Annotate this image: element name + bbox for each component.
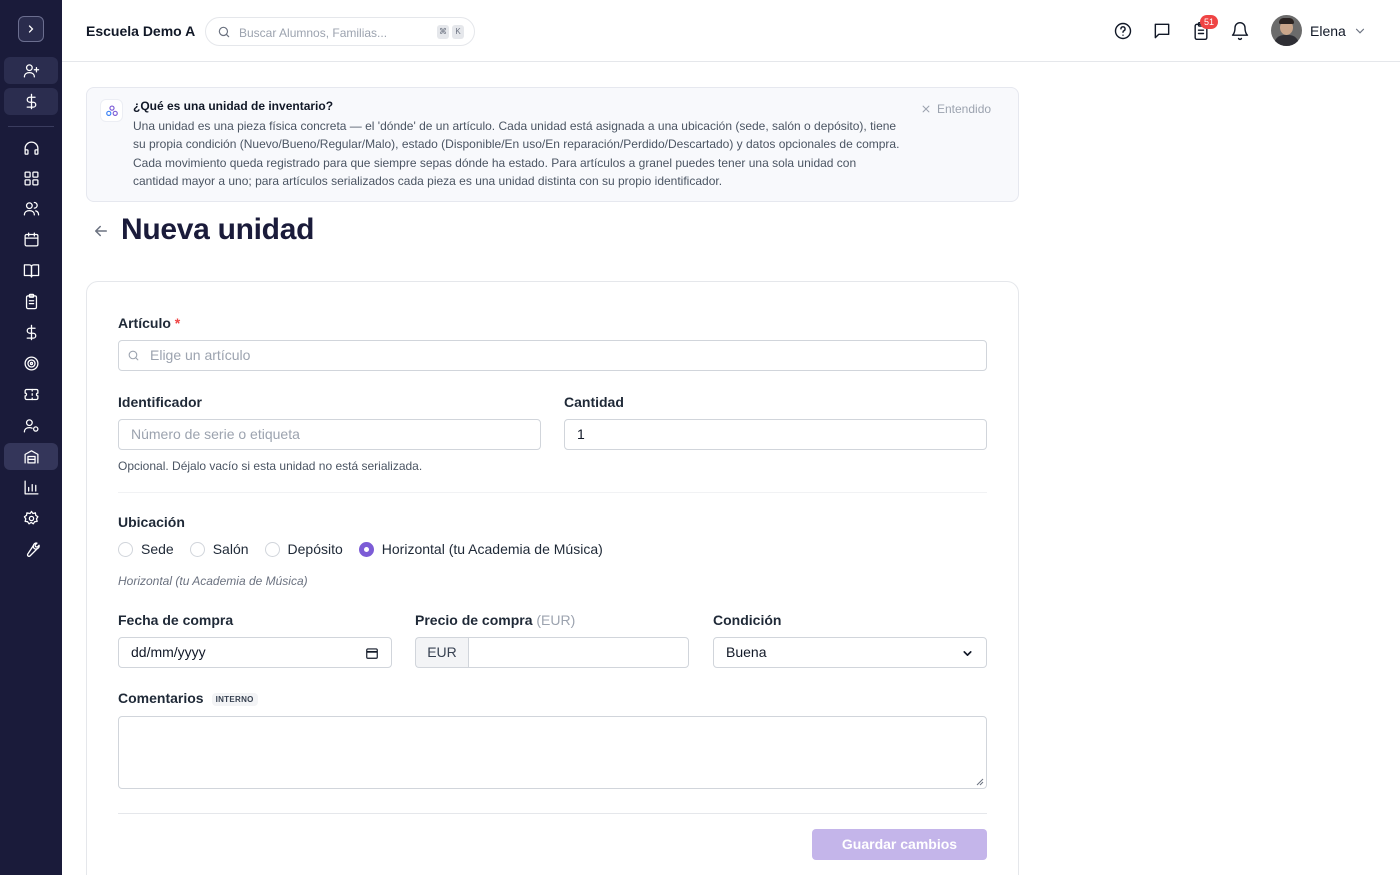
sidebar-item-settings[interactable] [4,505,58,532]
article-select[interactable]: Elige un artículo [118,340,987,371]
dismiss-banner-button[interactable]: Entendido [921,102,991,116]
section-divider [118,492,987,493]
dismiss-label: Entendido [937,102,992,116]
condition-value: Buena [726,644,767,660]
help-button[interactable] [1113,21,1133,41]
banner-title: ¿Qué es una unidad de inventario? [133,99,334,113]
sidebar-item-add-student[interactable] [4,57,58,84]
purchase-price-label: Precio de compra (EUR) [415,612,576,628]
global-search[interactable]: Buscar Alumnos, Familias... ⌘ K [205,17,475,46]
location-option-horizontal[interactable]: Horizontal (tu Academia de Música) [358,541,603,557]
top-bar: Escuela Demo A Buscar Alumnos, Familias.… [62,0,1400,62]
condition-label: Condición [713,612,782,628]
sidebar-item-support[interactable] [4,135,58,162]
clipboard-icon [25,293,37,310]
purchase-date-label: Fecha de compra [118,612,234,628]
identifier-help: Opcional. Déjalo vacío si esta unidad no… [118,459,423,473]
sidebar-divider [8,126,54,127]
message-icon [1154,23,1170,39]
wrench-icon [26,542,40,557]
location-selected-hint: Horizontal (tu Academia de Música) [118,574,308,588]
ticket-icon [23,388,39,401]
location-option-deposito[interactable]: Depósito [264,541,343,557]
purchase-price-input[interactable] [468,637,689,668]
calendar-icon [23,232,39,247]
calendar-icon[interactable] [365,646,379,660]
users-icon [23,201,39,216]
bell-icon [1231,22,1249,41]
article-label: Artículo * [118,315,181,331]
sidebar-item-inventory[interactable] [4,443,58,470]
sidebar-item-calendar[interactable] [4,226,58,253]
close-icon [922,105,930,113]
identifier-input[interactable]: Número de serie o etiqueta [118,419,541,450]
chevron-right-icon [28,25,34,33]
sidebar-item-students[interactable] [4,195,58,222]
inventory-logo-icon [100,99,123,122]
chevron-down-icon[interactable] [1353,24,1367,38]
sidebar-item-courses[interactable] [4,257,58,284]
help-icon [1114,22,1132,40]
chevron-down-icon [963,651,972,656]
inventory-icon [23,450,39,464]
sidebar-item-tools[interactable] [4,536,58,563]
currency-addon: EUR [415,637,468,668]
dollar-icon [26,324,36,341]
article-placeholder: Elige un artículo [150,347,251,363]
book-icon [23,264,39,278]
notifications-button[interactable] [1230,21,1250,41]
sidebar-item-payments[interactable] [4,88,58,115]
page-title: Nueva unidad [121,213,315,246]
comments-textarea[interactable] [118,716,987,789]
sidebar-item-tasks[interactable] [4,288,58,315]
target-icon [23,356,39,371]
form-footer-divider [118,813,987,814]
avatar[interactable] [1271,15,1302,46]
quantity-input[interactable]: 1 [564,419,987,450]
shortcut-key-cmd: ⌘ [437,25,449,39]
banner-text: Una unidad es una pieza física concreta … [133,119,900,188]
sidebar-item-finance[interactable] [4,319,58,346]
back-arrow-icon[interactable] [92,222,110,240]
messages-button[interactable] [1152,21,1172,41]
search-icon [128,350,139,361]
user-cog-icon [23,419,39,433]
dashboard-icon [23,171,39,186]
purchase-date-placeholder: dd/mm/yyyy [131,644,206,660]
search-placeholder: Buscar Alumnos, Familias... [239,26,388,40]
bar-chart-icon [23,480,39,495]
location-option-salon[interactable]: Salón [189,541,249,557]
purchase-date-input[interactable]: dd/mm/yyyy [118,637,392,668]
sidebar [0,0,62,875]
gear-icon [23,510,39,525]
location-option-sede[interactable]: Sede [118,541,174,557]
comments-label: Comentarios INTERNO [118,690,258,706]
headset-icon [23,141,39,155]
identifier-label: Identificador [118,394,203,410]
user-plus-icon [23,64,39,78]
quantity-label: Cantidad [564,394,624,410]
sidebar-item-goals[interactable] [4,350,58,377]
dollar-icon [26,93,36,110]
internal-tag: INTERNO [211,692,258,706]
sidebar-expand-button[interactable] [18,16,44,42]
condition-select[interactable]: Buena [713,637,987,668]
location-radio-group: Sede Salón Depósito Horizontal (tu Acade… [118,541,619,557]
user-name[interactable]: Elena [1310,23,1346,39]
sidebar-item-reports[interactable] [4,474,58,501]
sidebar-item-events[interactable] [4,381,58,408]
sidebar-item-dashboard[interactable] [4,165,58,192]
resize-handle-icon[interactable] [976,778,984,786]
tasks-count-badge: 51 [1200,15,1218,29]
save-button[interactable]: Guardar cambios [812,829,987,860]
location-label: Ubicación [118,514,185,530]
info-banner: ¿Qué es una unidad de inventario? Una un… [86,87,1019,202]
search-icon [218,26,230,38]
shortcut-key-k: K [452,25,464,39]
sidebar-item-staff[interactable] [4,412,58,439]
school-name[interactable]: Escuela Demo A [86,23,195,39]
